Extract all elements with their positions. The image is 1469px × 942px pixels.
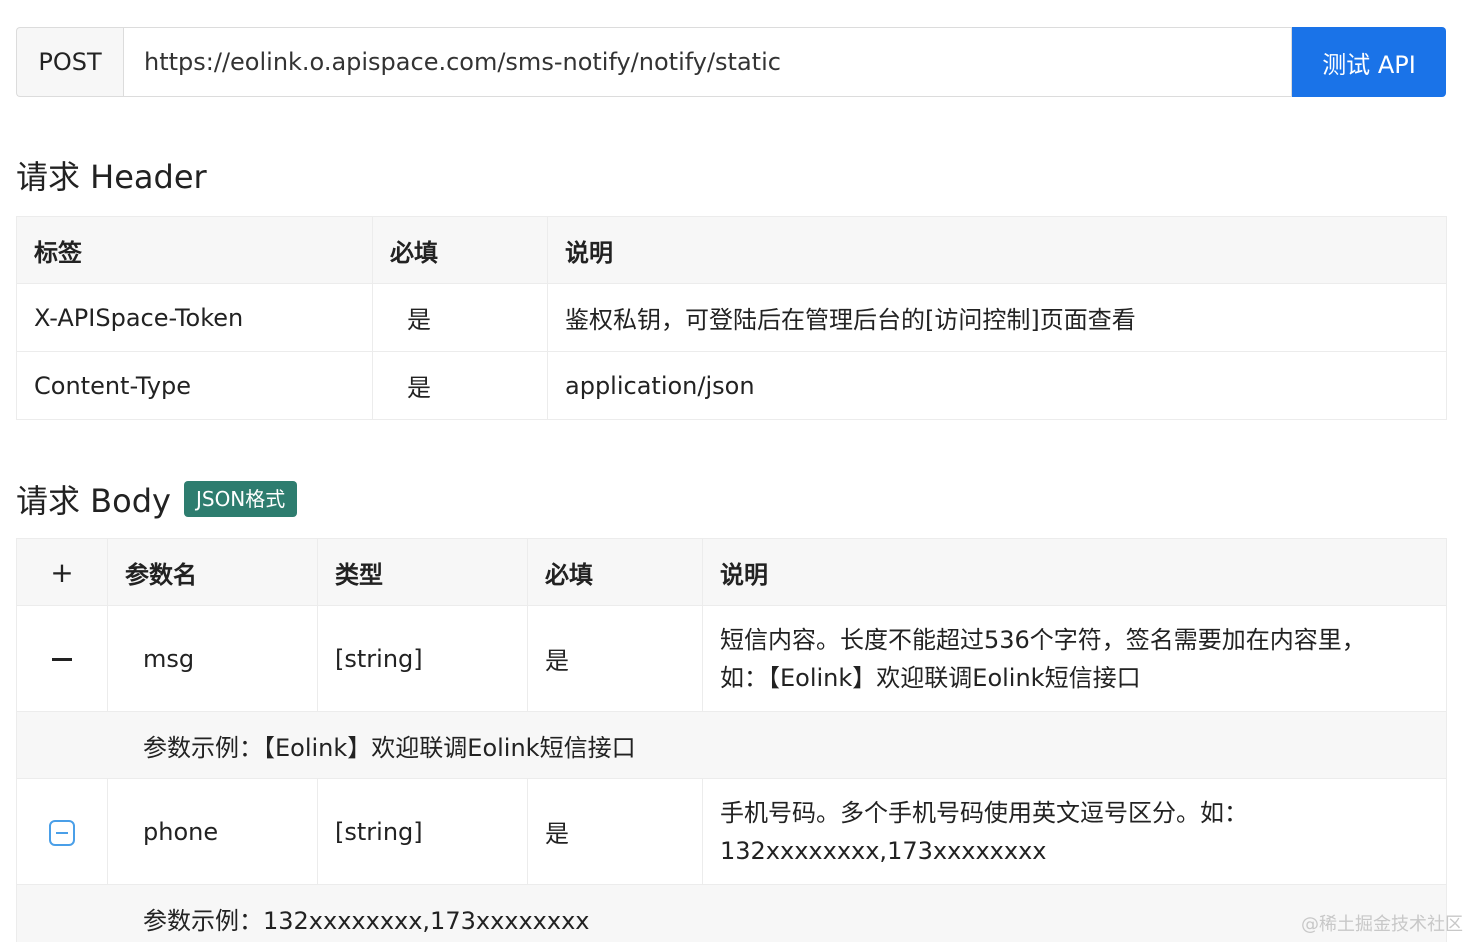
header-desc: 鉴权私钥，可登陆后在管理后台的[访问控制]页面查看 bbox=[547, 283, 1447, 352]
test-api-button[interactable]: 测试 API bbox=[1292, 27, 1446, 97]
table-row: Content-Type 是 application/json bbox=[16, 351, 1447, 420]
request-body-title: 请求 Body JSON格式 bbox=[16, 476, 298, 522]
example-row: 参数示例：【Eolink】欢迎联调Eolink短信接口 bbox=[16, 711, 1447, 779]
example-row: 参数示例：132xxxxxxxx,173xxxxxxxx bbox=[16, 884, 1447, 942]
param-name: msg bbox=[107, 605, 318, 712]
expand-all-button[interactable]: + bbox=[16, 538, 108, 606]
http-method-select[interactable]: POST bbox=[16, 27, 123, 97]
table-row: X-APISpace-Token 是 鉴权私钥，可登陆后在管理后台的[访问控制]… bbox=[16, 283, 1447, 352]
column-header-desc: 说明 bbox=[547, 216, 1447, 284]
plus-icon[interactable]: + bbox=[50, 556, 73, 589]
table-header-row: 标签 必填 说明 bbox=[16, 216, 1447, 284]
request-header-title: 请求 Header bbox=[16, 152, 207, 198]
column-header-desc: 说明 bbox=[702, 538, 1447, 606]
param-example: 参数示例：132xxxxxxxx,173xxxxxxxx bbox=[16, 884, 1447, 942]
minus-square-icon[interactable] bbox=[49, 819, 75, 846]
column-header-param-name: 参数名 bbox=[107, 538, 318, 606]
request-body-title-text: 请求 Body bbox=[16, 482, 171, 520]
collapse-button[interactable] bbox=[16, 778, 108, 885]
column-header-label: 标签 bbox=[16, 216, 373, 284]
param-desc-line: 132xxxxxxxx,173xxxxxxxx bbox=[720, 836, 1047, 865]
header-desc: application/json bbox=[547, 351, 1447, 420]
url-input[interactable]: https://eolink.o.apispace.com/sms-notify… bbox=[123, 27, 1292, 97]
param-type: [string] bbox=[317, 605, 528, 712]
param-example: 参数示例：【Eolink】欢迎联调Eolink短信接口 bbox=[16, 711, 1447, 779]
param-desc-line: 如：【Eolink】欢迎联调Eolink短信接口 bbox=[720, 663, 1141, 692]
column-header-required: 必填 bbox=[372, 216, 548, 284]
param-name: phone bbox=[107, 778, 318, 885]
param-desc: 手机号码。多个手机号码使用英文逗号区分。如： 132xxxxxxxx,173xx… bbox=[702, 778, 1447, 885]
table-row: msg [string] 是 短信内容。长度不能超过536个字符，签名需要加在内… bbox=[16, 605, 1447, 712]
watermark: @稀土掘金技术社区 bbox=[1301, 914, 1463, 935]
param-desc: 短信内容。长度不能超过536个字符，签名需要加在内容里， 如：【Eolink】欢… bbox=[702, 605, 1447, 712]
param-type: [string] bbox=[317, 778, 528, 885]
table-row: phone [string] 是 手机号码。多个手机号码使用英文逗号区分。如： … bbox=[16, 778, 1447, 885]
request-header-table: 标签 必填 说明 X-APISpace-Token 是 鉴权私钥，可登陆后在管理… bbox=[16, 216, 1447, 420]
request-header-title-text: 请求 Header bbox=[16, 158, 207, 196]
request-url-bar: POST https://eolink.o.apispace.com/sms-n… bbox=[16, 27, 1446, 97]
param-desc-line: 手机号码。多个手机号码使用英文逗号区分。如： bbox=[720, 798, 1248, 827]
param-required: 是 bbox=[527, 605, 703, 712]
collapse-button[interactable] bbox=[16, 605, 108, 712]
table-header-row: + 参数名 类型 必填 说明 bbox=[16, 538, 1447, 606]
json-format-badge: JSON格式 bbox=[183, 481, 298, 517]
column-header-required: 必填 bbox=[527, 538, 703, 606]
header-label: X-APISpace-Token bbox=[16, 283, 373, 352]
param-desc-line: 短信内容。长度不能超过536个字符，签名需要加在内容里， bbox=[720, 625, 1366, 654]
header-label: Content-Type bbox=[16, 351, 373, 420]
request-body-table: + 参数名 类型 必填 说明 msg [string] 是 短信内容。长度不能超… bbox=[16, 538, 1447, 942]
column-header-type: 类型 bbox=[317, 538, 528, 606]
header-required: 是 bbox=[372, 351, 548, 420]
param-required: 是 bbox=[527, 778, 703, 885]
header-required: 是 bbox=[372, 283, 548, 352]
minus-icon[interactable] bbox=[52, 658, 72, 661]
